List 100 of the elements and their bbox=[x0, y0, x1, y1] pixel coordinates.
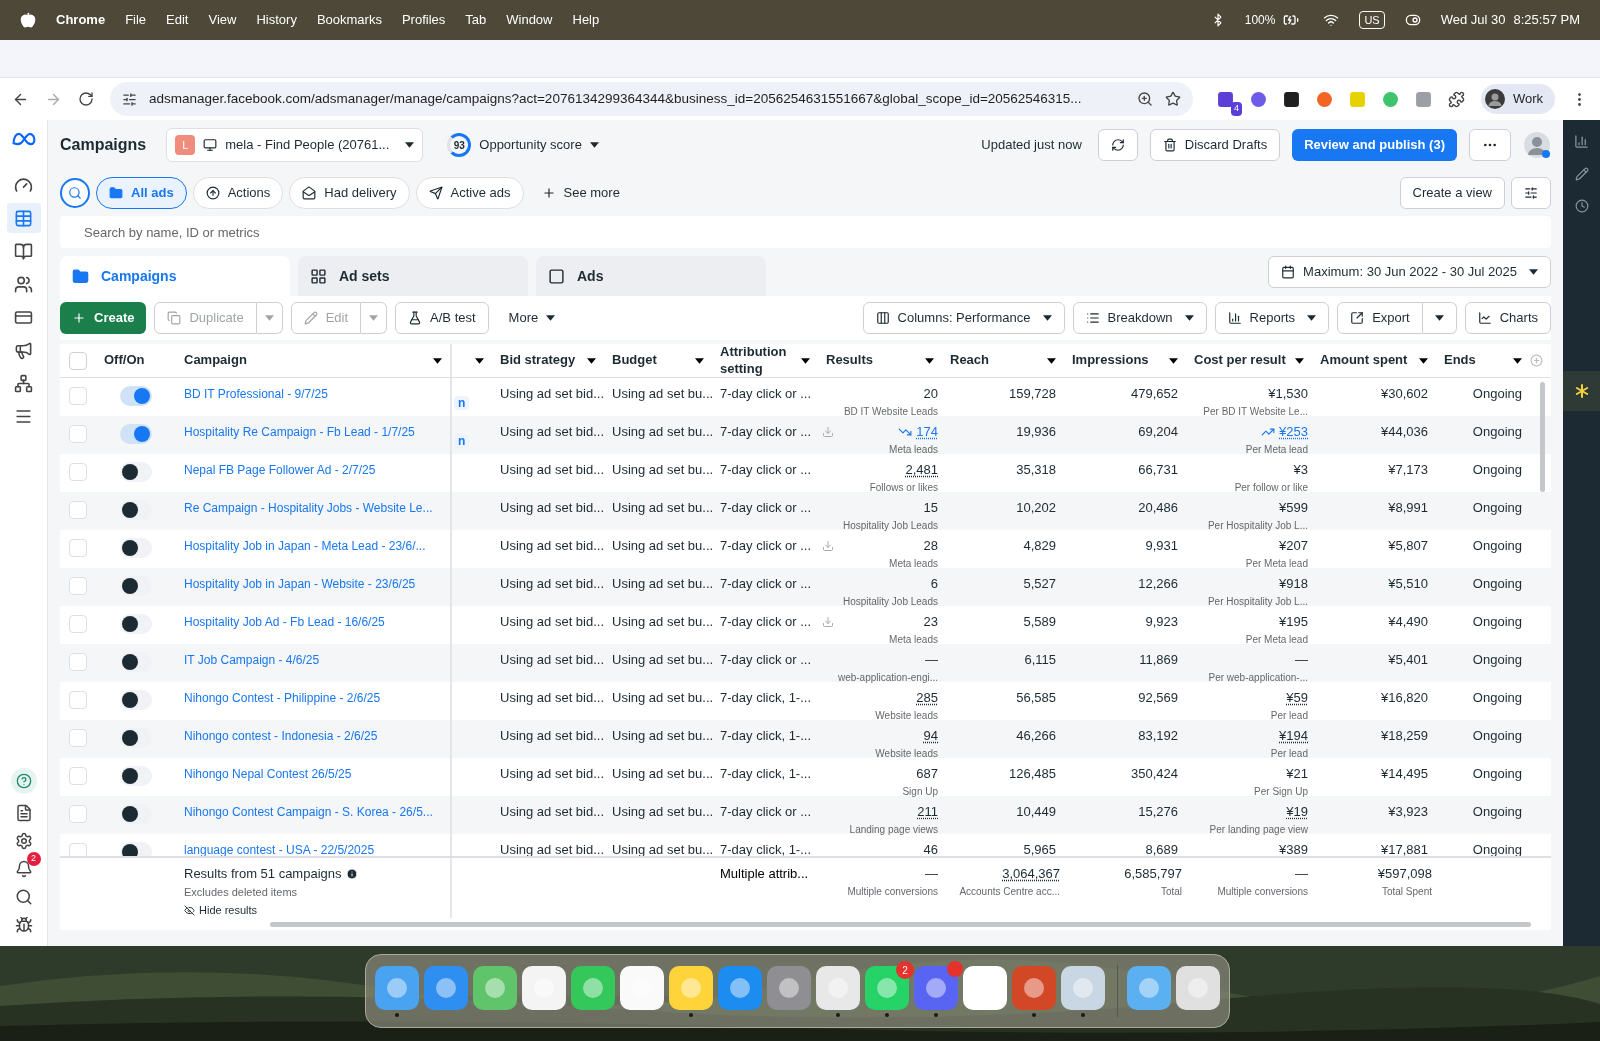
menu-item[interactable]: View bbox=[208, 10, 237, 30]
toggle-switch[interactable] bbox=[120, 766, 152, 786]
toggle-switch[interactable] bbox=[120, 386, 152, 406]
row-checkbox[interactable] bbox=[69, 729, 87, 747]
app-icon[interactable] bbox=[717, 965, 763, 1011]
hide-results-button[interactable]: Hide results bbox=[184, 902, 442, 919]
toggle-switch[interactable] bbox=[120, 728, 152, 748]
input-source[interactable]: US bbox=[1359, 10, 1385, 30]
campaign-link[interactable]: Nihongo Nepal Contest 26/5/25 bbox=[184, 767, 352, 781]
toggle-switch[interactable] bbox=[120, 424, 152, 444]
campaign-link[interactable]: Hospitality Re Campaign - Fb Lead - 1/7/25 bbox=[184, 425, 415, 439]
campaign-link[interactable]: Nihongo Contest Campaign - S. Korea - 26/5... bbox=[184, 805, 433, 819]
bug-icon[interactable] bbox=[14, 916, 33, 934]
app-icon[interactable] bbox=[766, 965, 812, 1011]
profile-button[interactable]: Work bbox=[1480, 84, 1555, 114]
toggle-switch[interactable] bbox=[120, 500, 152, 520]
toggle-switch[interactable] bbox=[120, 462, 152, 482]
row-checkbox[interactable] bbox=[69, 843, 87, 856]
menu-item[interactable]: Help bbox=[572, 10, 600, 30]
filter-chip[interactable]: Actions bbox=[192, 177, 284, 209]
column-header[interactable]: Off/On bbox=[104, 352, 145, 369]
app-icon[interactable] bbox=[423, 965, 469, 1011]
clock-icon[interactable] bbox=[1574, 199, 1589, 213]
bookmark-star-icon[interactable] bbox=[1164, 91, 1181, 107]
toolbar-button[interactable]: Export bbox=[1337, 302, 1423, 334]
toolbar-button[interactable]: Columns: Performance bbox=[862, 302, 1065, 334]
see-more-button[interactable]: See more bbox=[529, 177, 632, 209]
apple-icon[interactable] bbox=[20, 12, 36, 28]
menu-item[interactable]: Window bbox=[506, 10, 553, 30]
filter-chip[interactable]: Active ads bbox=[415, 177, 524, 209]
menu-item[interactable]: File bbox=[125, 10, 147, 30]
toolbar-button[interactable]: More bbox=[496, 302, 568, 334]
reload-icon[interactable] bbox=[78, 91, 94, 107]
metric-value[interactable]: 2,481 bbox=[905, 460, 938, 480]
toggle-switch[interactable] bbox=[120, 538, 152, 558]
toggle-switch[interactable] bbox=[120, 576, 152, 596]
assistant-button[interactable] bbox=[1563, 371, 1600, 411]
caret-icon[interactable] bbox=[587, 357, 596, 364]
campaign-link[interactable]: Nihongo contest - Indonesia - 2/6/25 bbox=[184, 729, 378, 743]
toolbar-button[interactable]: A/B test bbox=[395, 302, 489, 334]
metric-value[interactable]: ¥59 bbox=[1286, 688, 1308, 708]
campaign-link[interactable]: Re Campaign - Hospitality Jobs - Website Le... bbox=[184, 501, 433, 515]
metric-value[interactable]: 174 bbox=[916, 422, 938, 442]
filter-chip[interactable]: All ads bbox=[96, 177, 187, 209]
caret-icon[interactable] bbox=[925, 357, 934, 364]
app-icon[interactable] bbox=[1126, 965, 1172, 1011]
row-checkbox[interactable] bbox=[69, 387, 87, 405]
row-checkbox[interactable] bbox=[69, 577, 87, 595]
caret-icon[interactable] bbox=[1047, 357, 1056, 364]
row-checkbox[interactable] bbox=[69, 539, 87, 557]
metric-value[interactable]: 3,064,367 bbox=[1002, 864, 1060, 884]
column-header[interactable]: Ends bbox=[1444, 352, 1476, 369]
site-info-icon[interactable] bbox=[122, 91, 137, 107]
menu-item[interactable]: Profiles bbox=[401, 10, 446, 30]
url-text[interactable]: adsmanager.facebook.com/adsmanager/manage/campaigns?act=2076134299364344&business_id=2056254631551667&global_scope_id=20562546315... bbox=[149, 88, 1125, 110]
avatar[interactable] bbox=[1523, 131, 1551, 159]
app-icon[interactable] bbox=[1175, 965, 1221, 1011]
scrollbar-thumb[interactable] bbox=[1540, 382, 1545, 492]
discard-button[interactable]: Discard Drafts bbox=[1149, 129, 1281, 161]
column-header[interactable]: Campaign bbox=[184, 352, 247, 369]
app-icon[interactable] bbox=[815, 965, 861, 1011]
campaign-link[interactable]: Hospitality Job in Japan - Meta Lead - 23/6/... bbox=[184, 539, 426, 553]
column-header[interactable]: Impressions bbox=[1072, 352, 1149, 369]
campaign-link[interactable]: IT Job Campaign - 4/6/25 bbox=[184, 653, 320, 667]
create-view-button[interactable]: Create a view bbox=[1399, 177, 1505, 209]
toggle-switch[interactable] bbox=[120, 842, 152, 856]
row-checkbox[interactable] bbox=[69, 805, 87, 823]
chart-icon[interactable] bbox=[1574, 134, 1589, 149]
campaign-link[interactable]: Nihongo Contest - Philippine - 2/6/25 bbox=[184, 691, 381, 705]
caret-icon[interactable] bbox=[475, 357, 484, 364]
menu-item[interactable]: Edit bbox=[166, 10, 189, 30]
column-header[interactable]: Budget bbox=[612, 352, 657, 369]
pencil-icon[interactable] bbox=[1574, 167, 1589, 181]
refresh-button[interactable] bbox=[1097, 129, 1138, 161]
metric-value[interactable]: 94 bbox=[923, 726, 938, 746]
row-checkbox[interactable] bbox=[69, 501, 87, 519]
toggle-switch[interactable] bbox=[120, 690, 152, 710]
menu-item[interactable]: History bbox=[256, 10, 297, 30]
app-icon[interactable] bbox=[619, 965, 665, 1011]
column-header[interactable]: Reach bbox=[950, 352, 990, 369]
campaign-link[interactable]: BD IT Professional - 9/7/25 bbox=[184, 387, 328, 401]
app-icon[interactable] bbox=[570, 965, 616, 1011]
row-checkbox[interactable] bbox=[69, 653, 87, 671]
campaign-link[interactable]: Hospitality Job in Japan - Website - 23/6/25 bbox=[184, 577, 416, 591]
tab[interactable]: Ads bbox=[536, 256, 766, 296]
caret-icon[interactable] bbox=[1419, 357, 1428, 364]
menubar-date[interactable]: Wed Jul 30 bbox=[1440, 10, 1506, 30]
info-icon[interactable] bbox=[345, 867, 358, 880]
campaign-link[interactable]: Nepal FB Page Follower Ad - 2/7/25 bbox=[184, 463, 376, 477]
app-icon[interactable] bbox=[374, 965, 420, 1011]
metric-value[interactable]: ¥194 bbox=[1279, 726, 1308, 746]
row-checkbox[interactable] bbox=[69, 425, 87, 443]
document-icon[interactable] bbox=[14, 804, 33, 822]
wifi-icon[interactable] bbox=[1323, 12, 1340, 28]
tab[interactable]: Campaigns bbox=[60, 256, 290, 296]
row-checkbox[interactable] bbox=[69, 691, 87, 709]
campaign-link[interactable]: language contest - USA - 22/5/2025 bbox=[184, 843, 375, 856]
search-field[interactable]: Search by name, ID or metrics bbox=[60, 216, 1551, 248]
column-header[interactable]: Attribution setting bbox=[720, 344, 801, 377]
column-header[interactable]: Bid strategy bbox=[500, 352, 576, 369]
